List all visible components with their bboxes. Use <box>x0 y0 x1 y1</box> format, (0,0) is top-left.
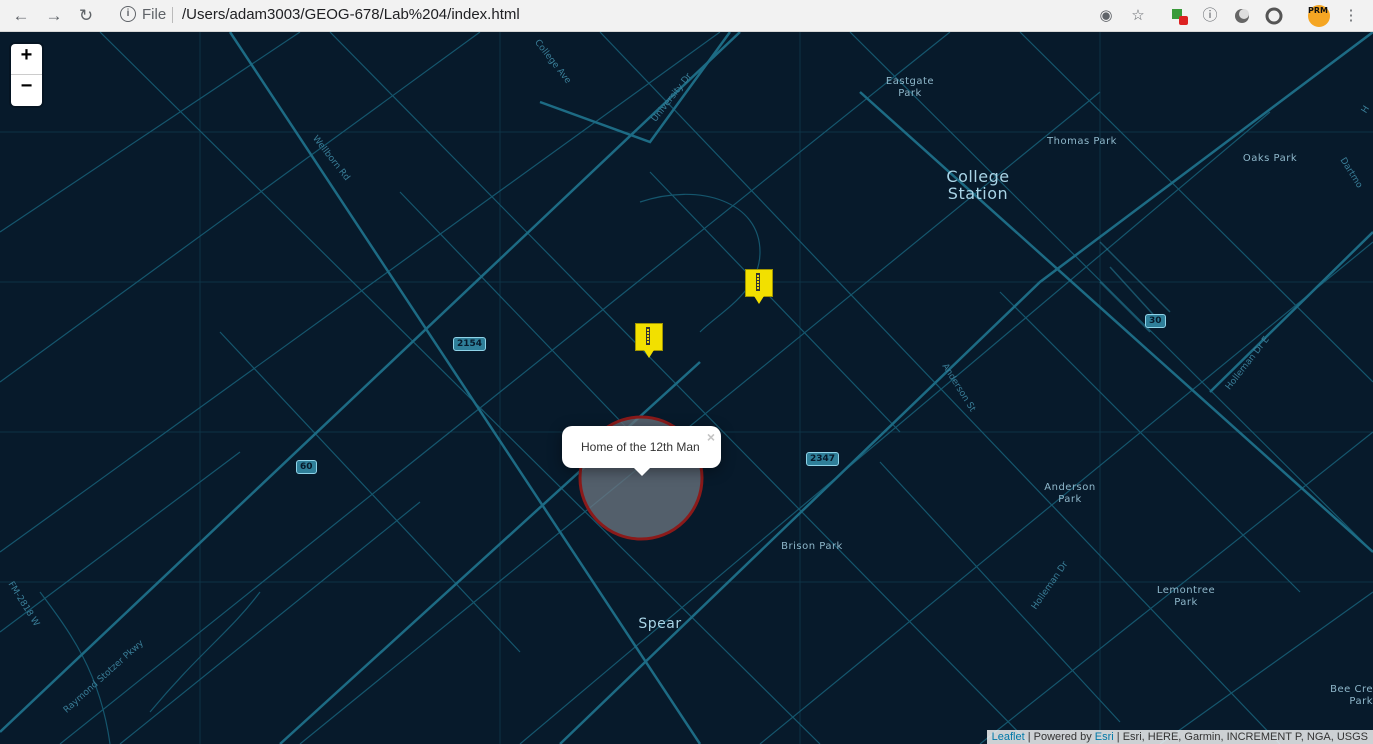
highway-shield-60: 60 <box>296 460 317 474</box>
address-bar[interactable]: i File /Users/adam3003/GEOG-678/Lab%204/… <box>108 2 1156 28</box>
stadium-marker[interactable] <box>745 269 773 304</box>
extension-icon[interactable] <box>1169 6 1189 26</box>
place-label-anderson-park: Anderson Park <box>1044 482 1096 505</box>
popup-text: Home of the 12th Man <box>581 440 700 454</box>
back-button[interactable]: ← <box>10 5 32 27</box>
place-label-lemontree-park: Lemontree Park <box>1156 585 1216 608</box>
info-icon[interactable]: ⓘ <box>1200 6 1220 26</box>
place-label-bee-creek: Bee Cre Park <box>1330 684 1373 707</box>
location-icon[interactable]: ◉ <box>1096 6 1116 26</box>
popup-tip <box>633 467 651 476</box>
leaflet-link[interactable]: Leaflet <box>992 731 1025 743</box>
highway-shield-30: 30 <box>1145 314 1166 328</box>
highway-shield-2154: 2154 <box>453 337 487 351</box>
map-canvas[interactable]: + − College Station Spear Eastgate Park … <box>0 32 1373 744</box>
stadium-icon <box>756 273 760 291</box>
place-label-brison-park: Brison Park <box>781 541 843 552</box>
reload-button[interactable]: ↻ <box>75 5 97 27</box>
avatar-text: PRM <box>1308 6 1328 15</box>
file-label: File <box>142 6 167 23</box>
place-label-spear: Spear <box>638 616 682 632</box>
place-label-oaks-park: Oaks Park <box>1242 153 1298 164</box>
map-popup: Home of the 12th Man × <box>562 426 721 476</box>
street-network <box>0 32 1373 744</box>
zoom-out-button[interactable]: − <box>11 75 42 105</box>
zoom-control: + − <box>11 44 42 106</box>
browser-toolbar: ← → ↻ i File /Users/adam3003/GEOG-678/La… <box>0 0 1373 32</box>
zoom-in-button[interactable]: + <box>11 44 42 75</box>
stadium-icon <box>646 327 650 345</box>
map-attribution: Leaflet | Powered by Esri | Esri, HERE, … <box>986 730 1373 744</box>
place-label-eastgate-park: Eastgate Park <box>885 76 935 99</box>
star-icon[interactable]: ☆ <box>1128 6 1148 26</box>
highway-shield-2347: 2347 <box>806 452 840 466</box>
circle-icon[interactable] <box>1232 6 1252 26</box>
divider <box>172 7 173 23</box>
forward-button[interactable]: → <box>43 5 65 27</box>
popup-close-button[interactable]: × <box>707 429 715 445</box>
url-text[interactable]: /Users/adam3003/GEOG-678/Lab%204/index.h… <box>182 6 520 23</box>
profile-avatar[interactable]: PRM <box>1307 5 1331 27</box>
esri-link[interactable]: Esri <box>1095 731 1114 743</box>
menu-icon[interactable]: ⋮ <box>1341 6 1361 26</box>
place-label-thomas-park: Thomas Park <box>1047 136 1117 147</box>
stadium-marker[interactable] <box>635 323 663 358</box>
attribution-sources: | Esri, HERE, Garmin, INCREMENT P, NGA, … <box>1113 731 1368 743</box>
search-icon[interactable] <box>1264 6 1284 26</box>
info-icon[interactable]: i <box>120 6 136 22</box>
attribution-powered-by: | Powered by <box>1024 731 1095 743</box>
place-label-college-station: College Station <box>946 167 1010 203</box>
